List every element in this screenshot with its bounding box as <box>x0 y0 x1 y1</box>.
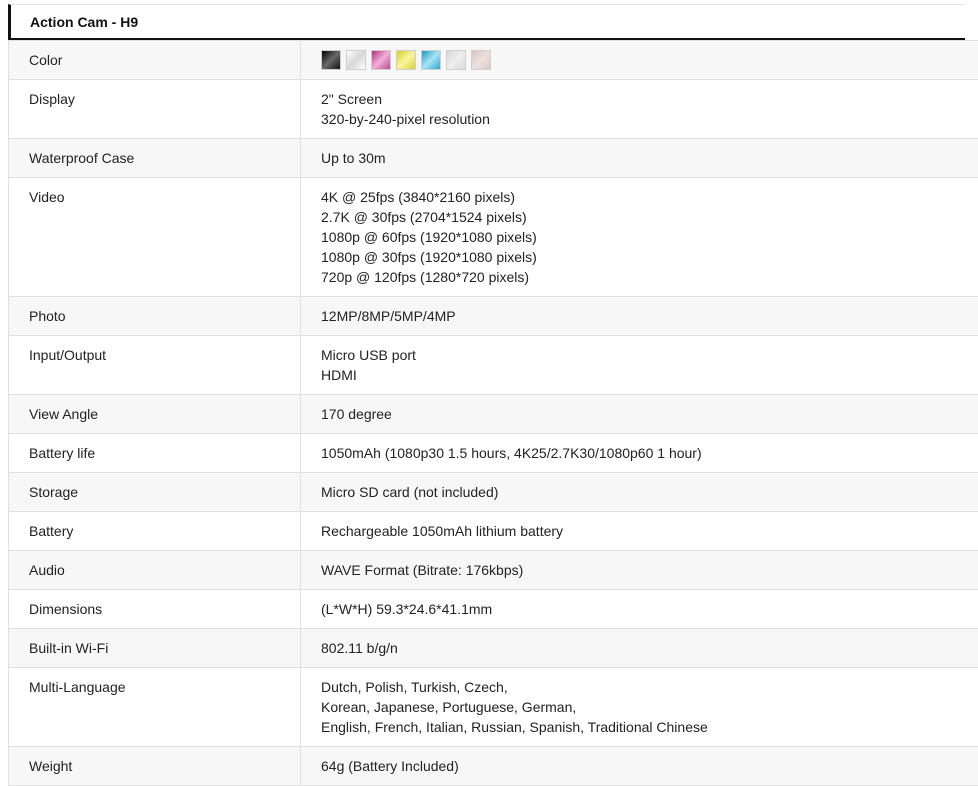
color-swatch-white[interactable] <box>346 50 366 70</box>
spec-value: 2" Screen320-by-240-pixel resolution <box>301 80 978 139</box>
color-swatch-pink[interactable] <box>371 50 391 70</box>
spec-label: Battery life <box>9 434 301 473</box>
spec-value-line: 1080p @ 60fps (1920*1080 pixels) <box>321 227 978 247</box>
spec-row-video: Video4K @ 25fps (3840*2160 pixels)2.7K @… <box>9 178 978 297</box>
spec-sheet: Action Cam - H9 ColorDisplay2" Screen320… <box>8 4 965 786</box>
spec-value: 64g (Battery Included) <box>301 747 978 786</box>
spec-value-line: 2" Screen <box>321 89 978 109</box>
spec-row-battery: Battery Rechargeable 1050mAh lithium batt… <box>9 512 978 551</box>
spec-row-view-angle: View Angle 170 degree <box>9 395 978 434</box>
spec-value-line: (L*W*H) 59.3*24.6*41.1mm <box>321 599 978 619</box>
spec-value-line: 320-by-240-pixel resolution <box>321 109 978 129</box>
spec-value-line: Korean, Japanese, Portuguese, German, <box>321 697 978 717</box>
spec-label: Input/Output <box>9 336 301 395</box>
spec-value-line: 1080p @ 30fps (1920*1080 pixels) <box>321 247 978 267</box>
product-title: Action Cam - H9 <box>8 4 965 40</box>
spec-row-color: Color <box>9 41 978 80</box>
spec-label: Battery <box>9 512 301 551</box>
spec-label: Video <box>9 178 301 297</box>
spec-value-line: English, French, Italian, Russian, Spani… <box>321 717 978 737</box>
spec-row-waterproof-case: Waterproof Case Up to 30m <box>9 139 978 178</box>
spec-value-line: Rechargeable 1050mAh lithium battery <box>321 521 978 541</box>
spec-value: 12MP/8MP/5MP/4MP <box>301 297 978 336</box>
spec-value-line: WAVE Format (Bitrate: 176kbps) <box>321 560 978 580</box>
spec-value: (L*W*H) 59.3*24.6*41.1mm <box>301 590 978 629</box>
spec-row-built-in-wi-fi: Built-in Wi-Fi 802.11 b/g/n <box>9 629 978 668</box>
spec-value-line: 64g (Battery Included) <box>321 756 978 776</box>
spec-value-line: HDMI <box>321 365 978 385</box>
spec-value: 1050mAh (1080p30 1.5 hours, 4K25/2.7K30/… <box>301 434 978 473</box>
color-swatch-silver[interactable] <box>446 50 466 70</box>
spec-value: Rechargeable 1050mAh lithium battery <box>301 512 978 551</box>
spec-label: Dimensions <box>9 590 301 629</box>
spec-value: 802.11 b/g/n <box>301 629 978 668</box>
spec-row-battery-life: Battery life 1050mAh (1080p30 1.5 hours, … <box>9 434 978 473</box>
spec-value: 4K @ 25fps (3840*2160 pixels)2.7K @ 30fp… <box>301 178 978 297</box>
spec-label: Weight <box>9 747 301 786</box>
color-swatch-yellow[interactable] <box>396 50 416 70</box>
spec-value-line: Micro USB port <box>321 345 978 365</box>
spec-label: Color <box>9 41 301 80</box>
color-swatch-blue[interactable] <box>421 50 441 70</box>
spec-value-line: Micro SD card (not included) <box>321 482 978 502</box>
spec-value-line: 1050mAh (1080p30 1.5 hours, 4K25/2.7K30/… <box>321 443 978 463</box>
spec-row-display: Display2" Screen320-by-240-pixel resolut… <box>9 80 978 139</box>
spec-value-line: 802.11 b/g/n <box>321 638 978 658</box>
spec-value-line: Dutch, Polish, Turkish, Czech, <box>321 677 978 697</box>
color-swatch-rose-gold[interactable] <box>471 50 491 70</box>
spec-value: WAVE Format (Bitrate: 176kbps) <box>301 551 978 590</box>
spec-row-photo: Photo 12MP/8MP/5MP/4MP <box>9 297 978 336</box>
spec-value: Dutch, Polish, Turkish, Czech,Korean, Ja… <box>301 668 978 747</box>
spec-row-audio: Audio WAVE Format (Bitrate: 176kbps) <box>9 551 978 590</box>
spec-label: View Angle <box>9 395 301 434</box>
spec-row-multi-language: Multi-LanguageDutch, Polish, Turkish, Cz… <box>9 668 978 747</box>
spec-value: 170 degree <box>301 395 978 434</box>
color-swatch-black[interactable] <box>321 50 341 70</box>
spec-label: Storage <box>9 473 301 512</box>
spec-value-line: 2.7K @ 30fps (2704*1524 pixels) <box>321 207 978 227</box>
spec-row-dimensions: Dimensions (L*W*H) 59.3*24.6*41.1mm <box>9 590 978 629</box>
specs-table: ColorDisplay2" Screen320-by-240-pixel re… <box>8 40 978 786</box>
spec-label: Multi-Language <box>9 668 301 747</box>
spec-value: Up to 30m <box>301 139 978 178</box>
spec-label: Built-in Wi-Fi <box>9 629 301 668</box>
spec-value: Micro SD card (not included) <box>301 473 978 512</box>
spec-value-line: 720p @ 120fps (1280*720 pixels) <box>321 267 978 287</box>
spec-row-input-output: Input/OutputMicro USB portHDMI <box>9 336 978 395</box>
spec-value: Micro USB portHDMI <box>301 336 978 395</box>
spec-row-weight: Weight 64g (Battery Included) <box>9 747 978 786</box>
spec-value-line: 4K @ 25fps (3840*2160 pixels) <box>321 187 978 207</box>
spec-value-line: 170 degree <box>321 404 978 424</box>
spec-label: Audio <box>9 551 301 590</box>
spec-label: Photo <box>9 297 301 336</box>
spec-label: Waterproof Case <box>9 139 301 178</box>
spec-row-storage: Storage Micro SD card (not included) <box>9 473 978 512</box>
spec-value-line: Up to 30m <box>321 148 978 168</box>
color-swatches <box>321 50 978 70</box>
spec-label: Display <box>9 80 301 139</box>
spec-value <box>301 41 978 80</box>
spec-value-line: 12MP/8MP/5MP/4MP <box>321 306 978 326</box>
